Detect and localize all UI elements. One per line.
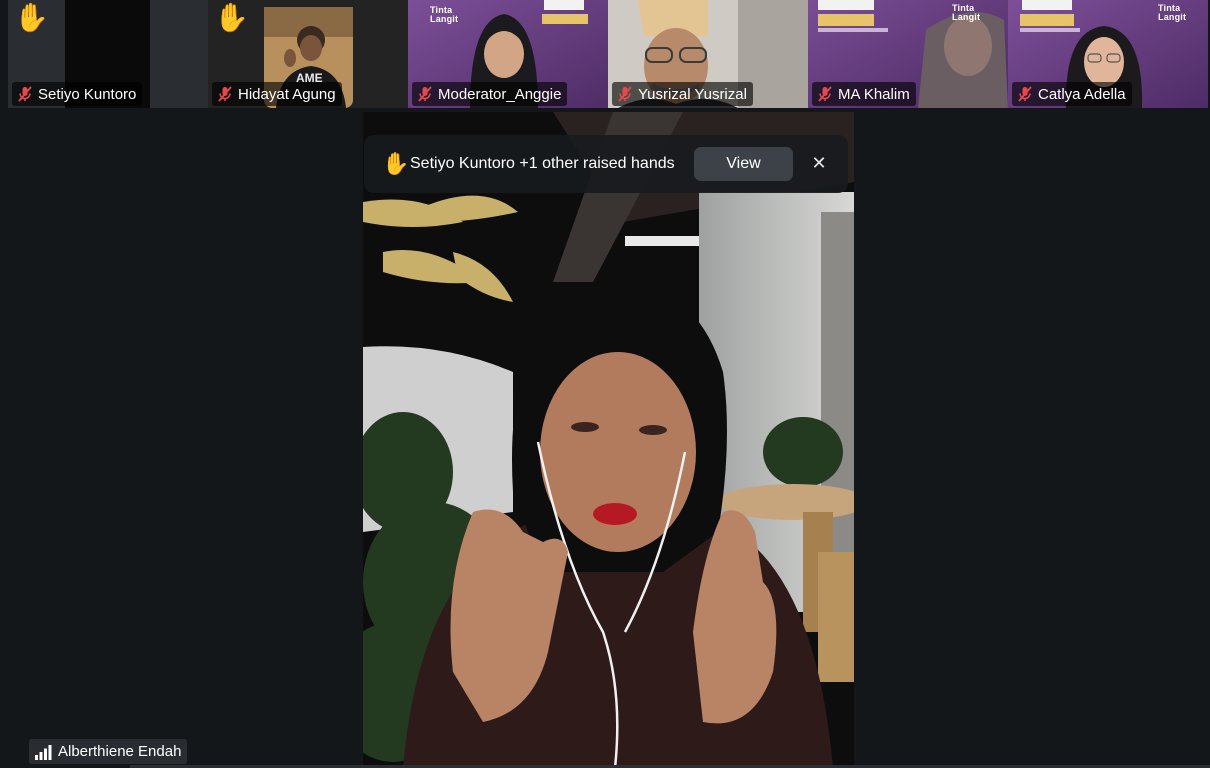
microphone-muted-icon xyxy=(418,86,432,102)
participant-name-label: Moderator_Anggie xyxy=(412,82,568,106)
participant-name: Hidayat Agung xyxy=(238,85,336,103)
participant-name: Setiyo Kuntoro xyxy=(38,85,137,103)
participant-tile[interactable]: Yusrizal Yusrizal xyxy=(608,0,808,108)
participant-tile[interactable]: ✋ Setiyo Kuntoro xyxy=(8,0,208,108)
participant-tile[interactable]: Tinta Langit MA Khalim xyxy=(808,0,1008,108)
participant-name-label: MA Khalim xyxy=(812,82,916,106)
hand-raised-icon: ✋ xyxy=(382,151,410,176)
participant-name-label: Yusrizal Yusrizal xyxy=(612,82,753,106)
close-icon[interactable]: ✕ xyxy=(804,149,834,179)
participant-name: MA Khalim xyxy=(838,85,910,103)
speaker-name: Alberthiene Endah xyxy=(58,743,182,760)
hand-raised-icon: ✋ xyxy=(214,2,249,33)
tinta-langit-logo: Tinta Langit xyxy=(430,5,459,24)
signal-bars-icon xyxy=(35,744,52,760)
tinta-langit-logo: Tinta Langit xyxy=(1158,3,1187,22)
tinta-langit-logo: Tinta Langit xyxy=(952,3,981,22)
participant-name-label: Hidayat Agung xyxy=(212,82,342,106)
participant-tile[interactable]: Tinta Langit Catlya Adella xyxy=(1008,0,1208,108)
active-speaker-label: Alberthiene Endah xyxy=(29,739,188,764)
participant-name: Catlya Adella xyxy=(1038,85,1126,103)
view-raised-hands-button[interactable]: View xyxy=(694,147,793,181)
participant-name-label: Setiyo Kuntoro xyxy=(12,82,143,106)
active-speaker-video[interactable] xyxy=(363,112,854,768)
microphone-muted-icon xyxy=(218,86,232,102)
participant-name: Yusrizal Yusrizal xyxy=(638,85,747,103)
microphone-muted-icon xyxy=(818,86,832,102)
microphone-muted-icon xyxy=(18,86,32,102)
participant-name-label: Catlya Adella xyxy=(1012,82,1132,106)
microphone-muted-icon xyxy=(618,86,632,102)
hand-raised-icon: ✋ xyxy=(14,2,49,33)
participant-tile[interactable]: AME ✋ Hidayat Agung xyxy=(208,0,408,108)
microphone-muted-icon xyxy=(1018,86,1032,102)
raised-hands-notification: ✋ Setiyo Kuntoro +1 other raised hands V… xyxy=(364,135,848,193)
raised-hands-message: Setiyo Kuntoro +1 other raised hands xyxy=(410,155,675,172)
participant-name: Moderator_Anggie xyxy=(438,85,562,103)
video-meeting-window: ✋ Setiyo Kuntoro AME ✋ Hidayat Agung Tin… xyxy=(0,0,1210,768)
participant-tile[interactable]: Tinta Langit Moderator_Anggie xyxy=(408,0,608,108)
speaker-video-frame xyxy=(363,112,854,768)
